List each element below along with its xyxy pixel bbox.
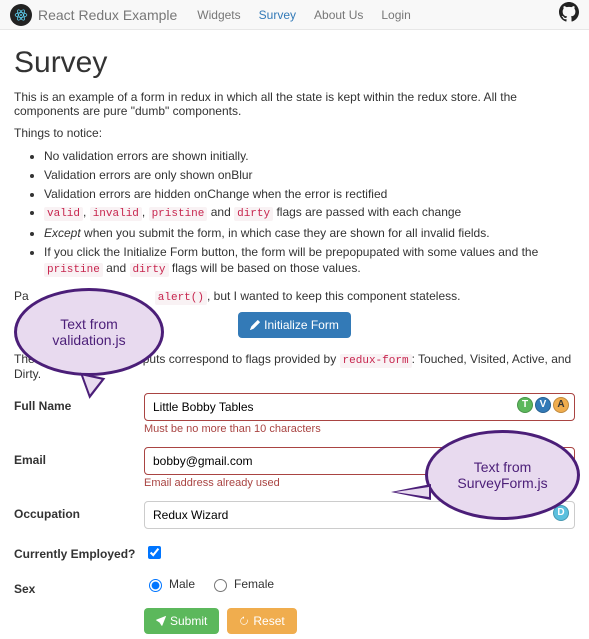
paper-plane-icon	[156, 616, 166, 626]
flag-badges: T V A	[517, 397, 569, 413]
callout-bubble: Text from validation.js	[14, 288, 164, 376]
full-name-label: Full Name	[14, 393, 144, 413]
callout-surveyform: Text from SurveyForm.js	[425, 430, 575, 530]
reset-button[interactable]: Reset	[227, 608, 296, 634]
touched-badge: T	[517, 397, 533, 413]
page-container: Survey This is an example of a form in r…	[0, 30, 589, 639]
nav-link-survey[interactable]: Survey	[259, 8, 296, 22]
list-item: Validation errors are hidden onChange wh…	[44, 186, 575, 203]
github-icon	[559, 2, 579, 22]
list-item: valid, invalid, pristine and dirty flags…	[44, 204, 575, 222]
callout-validation: Text from validation.js	[14, 288, 164, 388]
form-buttons: Submit Reset	[144, 608, 575, 634]
occupation-label: Occupation	[14, 501, 144, 521]
github-link[interactable]	[559, 2, 579, 27]
field-employed: Currently Employed?	[14, 541, 575, 564]
sex-label: Sex	[14, 576, 144, 596]
field-sex: Sex Male Female	[14, 576, 575, 596]
sex-male-radio[interactable]	[149, 579, 162, 592]
pencil-icon	[250, 320, 260, 330]
visited-badge: V	[535, 397, 551, 413]
brand-logo-icon	[10, 4, 32, 26]
field-full-name: Full Name T V A Must be no more than 10 …	[14, 393, 575, 435]
intro-text: This is an example of a form in redux in…	[14, 90, 575, 118]
sex-female-radio[interactable]	[214, 579, 227, 592]
brand-text[interactable]: React Redux Example	[38, 7, 177, 23]
email-label: Email	[14, 447, 144, 467]
employed-label: Currently Employed?	[14, 541, 144, 561]
active-badge: A	[553, 397, 569, 413]
sex-male-option[interactable]: Male	[144, 576, 195, 592]
initialize-form-button[interactable]: Initialize Form	[238, 312, 351, 338]
notice-list: No validation errors are shown initially…	[14, 148, 575, 279]
full-name-input[interactable]	[144, 393, 575, 421]
list-item: No validation errors are shown initially…	[44, 148, 575, 165]
list-item: Validation errors are only shown onBlur	[44, 167, 575, 184]
sex-female-option[interactable]: Female	[209, 576, 274, 592]
nav-link-login[interactable]: Login	[381, 8, 410, 22]
undo-icon	[239, 616, 249, 626]
nav-links: Widgets Survey About Us Login	[197, 8, 410, 22]
list-item: Except when you submit the form, in whic…	[44, 225, 575, 242]
page-title: Survey	[14, 46, 575, 80]
navbar: React Redux Example Widgets Survey About…	[0, 0, 589, 30]
employed-checkbox[interactable]	[148, 546, 161, 559]
list-item: If you click the Initialize Form button,…	[44, 244, 575, 279]
nav-link-widgets[interactable]: Widgets	[197, 8, 240, 22]
callout-bubble: Text from SurveyForm.js	[425, 430, 580, 520]
submit-button[interactable]: Submit	[144, 608, 219, 634]
nav-link-about[interactable]: About Us	[314, 8, 363, 22]
notice-heading: Things to notice:	[14, 126, 575, 140]
